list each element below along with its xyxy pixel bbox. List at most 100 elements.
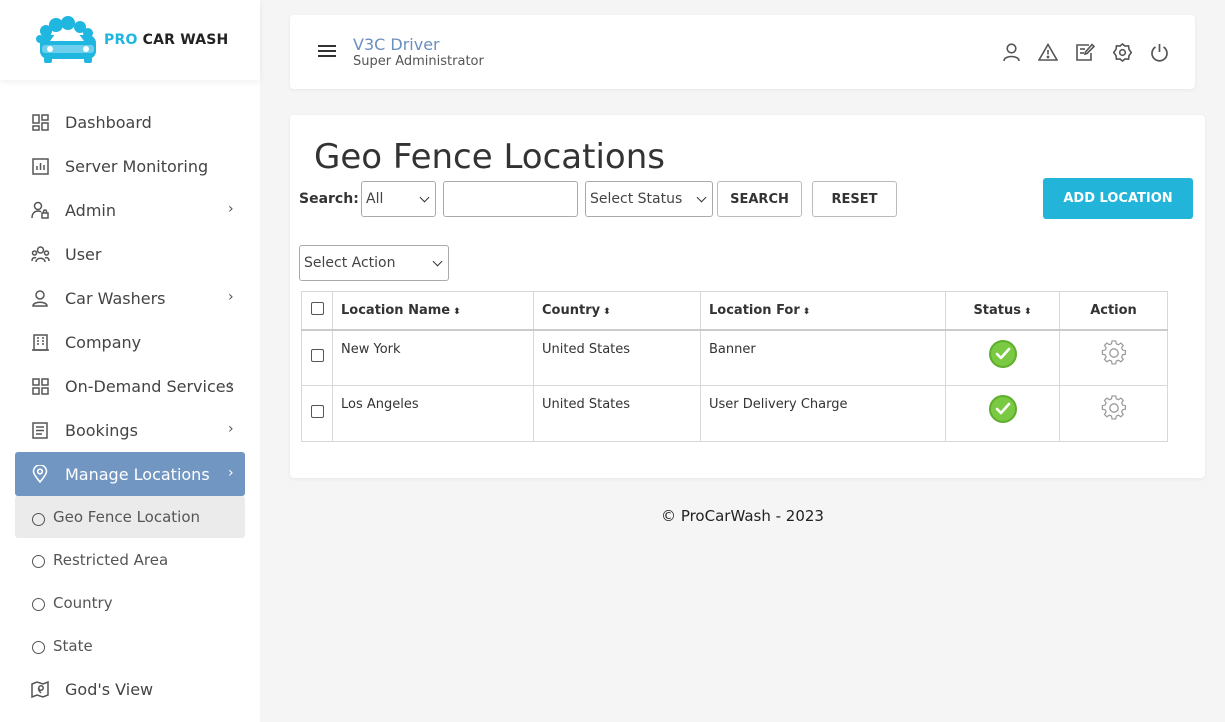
location-pin-icon [30, 464, 50, 484]
sidebar-item-server-monitoring[interactable]: Server Monitoring [0, 144, 260, 188]
column-country[interactable]: Country ⬍ [533, 291, 701, 331]
brand-name: PRO CAR WASH [104, 32, 228, 48]
chevron-down-icon [696, 192, 707, 203]
profile-icon[interactable] [1001, 41, 1021, 63]
sidebar-nav: Dashboard Server Monitoring Admin › User [0, 80, 260, 711]
subnav-item-label: State [53, 636, 93, 655]
sidebar-item-label: Admin [65, 200, 116, 220]
chevron-right-icon: › [228, 465, 234, 481]
column-label: Location For [709, 302, 800, 318]
person-icon [30, 288, 50, 308]
subnav-item-restricted-area[interactable]: Restricted Area [0, 538, 260, 581]
hamburger-menu-icon[interactable] [318, 45, 336, 60]
sidebar-item-gods-view[interactable]: God's View [0, 667, 260, 711]
row-checkbox[interactable] [310, 349, 324, 363]
search-input[interactable] [443, 181, 578, 217]
sidebar-item-label: Bookings [65, 420, 138, 440]
subnav-item-label: Geo Fence Location [53, 508, 201, 526]
subnav-item-geo-fence-location[interactable]: Geo Fence Location [15, 496, 245, 538]
chevron-right-icon: › [228, 289, 234, 305]
user-role: Super Administrator [353, 54, 484, 69]
sort-icon: ⬍ [453, 306, 461, 317]
sidebar-item-manage-locations[interactable]: Manage Locations › [15, 452, 245, 496]
active-check-icon[interactable] [988, 339, 1017, 368]
sidebar-item-car-washers[interactable]: Car Washers › [0, 276, 260, 320]
add-location-button[interactable]: ADD LOCATION [1043, 178, 1193, 219]
car-wash-logo-icon [32, 15, 100, 65]
cell-country: United States [533, 329, 701, 386]
chevron-down-icon [432, 256, 443, 267]
search-button[interactable]: SEARCH [717, 181, 802, 217]
subnav-item-label: Country [53, 593, 113, 612]
row-checkbox[interactable] [310, 405, 324, 418]
sidebar-item-company[interactable]: Company [0, 320, 260, 364]
sidebar-item-dashboard[interactable]: Dashboard [0, 100, 260, 144]
table-header-row: Location Name ⬍ Country ⬍ Location For ⬍ St… [301, 291, 1168, 331]
column-label: Country [542, 302, 601, 318]
sidebar: PRO CAR WASH Dashboard Server Monitoring… [0, 0, 260, 722]
users-icon [30, 244, 50, 264]
header-actions [1001, 41, 1169, 63]
bulk-action-select[interactable]: Select Action [299, 245, 449, 281]
reset-button[interactable]: RESET [812, 181, 897, 217]
sidebar-item-label: Manage Locations [65, 464, 210, 484]
subnav-item-state[interactable]: State [0, 624, 260, 667]
sidebar-item-admin[interactable]: Admin › [0, 188, 260, 232]
warning-icon[interactable] [1038, 41, 1058, 63]
sidebar-item-label: God's View [65, 679, 154, 699]
sidebar-item-label: On-Demand Services [65, 376, 234, 396]
column-location-name[interactable]: Location Name ⬍ [332, 291, 534, 331]
user-name: V3C Driver [353, 35, 440, 54]
column-action: Action [1059, 291, 1168, 331]
search-label: Search: [299, 191, 359, 207]
active-check-icon[interactable] [988, 395, 1017, 423]
column-label: Status [973, 302, 1021, 318]
sort-icon: ⬍ [603, 306, 611, 317]
chevron-right-icon: › [228, 421, 234, 437]
cell-status [945, 329, 1060, 386]
column-status[interactable]: Status ⬍ [945, 291, 1060, 331]
status-select[interactable]: Select Status [585, 181, 713, 217]
subnav-item-country[interactable]: Country [0, 581, 260, 624]
cell-location-name: New York [332, 329, 534, 386]
sidebar-item-bookings[interactable]: Bookings › [0, 408, 260, 452]
brand-name-rest: CAR WASH [142, 32, 229, 48]
sidebar-item-label: Server Monitoring [65, 156, 209, 176]
sidebar-item-label: Car Washers [65, 288, 166, 308]
footer-copyright: © ProCarWash - 2023 [661, 507, 824, 525]
circle-bullet-icon [32, 598, 45, 611]
cell-location-for: User Delivery Charge [700, 385, 946, 442]
building-icon [30, 332, 50, 352]
search-field-select[interactable]: All [361, 181, 436, 217]
gear-icon[interactable] [1101, 395, 1127, 425]
cell-location-for: Banner [700, 329, 946, 386]
table-row: Los Angeles United States User Delivery … [301, 385, 1168, 442]
sidebar-item-on-demand-services[interactable]: On-Demand Services › [0, 364, 260, 408]
list-icon [30, 420, 50, 440]
grid-icon [30, 376, 50, 396]
chart-icon [30, 156, 50, 176]
cell-location-name: Los Angeles [332, 385, 534, 442]
circle-bullet-icon [32, 512, 45, 526]
chevron-down-icon [419, 192, 430, 203]
brand-logo[interactable]: PRO CAR WASH [0, 0, 260, 80]
column-location-for[interactable]: Location For ⬍ [700, 291, 946, 331]
cell-status [945, 385, 1060, 442]
column-label: Location Name [341, 302, 451, 318]
power-icon[interactable] [1149, 41, 1169, 63]
search-field-value: All [366, 191, 384, 207]
select-all-checkbox[interactable] [310, 301, 324, 315]
sidebar-item-label: Company [65, 332, 142, 352]
column-label: Action [1090, 302, 1137, 318]
edit-icon[interactable] [1075, 41, 1095, 63]
row-select-cell [301, 385, 333, 442]
circle-bullet-icon [32, 641, 45, 654]
sidebar-item-label: User [65, 244, 102, 264]
sidebar-item-user[interactable]: User [0, 232, 260, 276]
settings-icon[interactable] [1112, 41, 1132, 63]
table-row: New York United States Banner [301, 329, 1168, 386]
subnav-item-label: Restricted Area [53, 550, 169, 569]
map-icon [30, 679, 50, 699]
gear-icon[interactable] [1101, 339, 1127, 370]
select-all-header [301, 291, 333, 331]
